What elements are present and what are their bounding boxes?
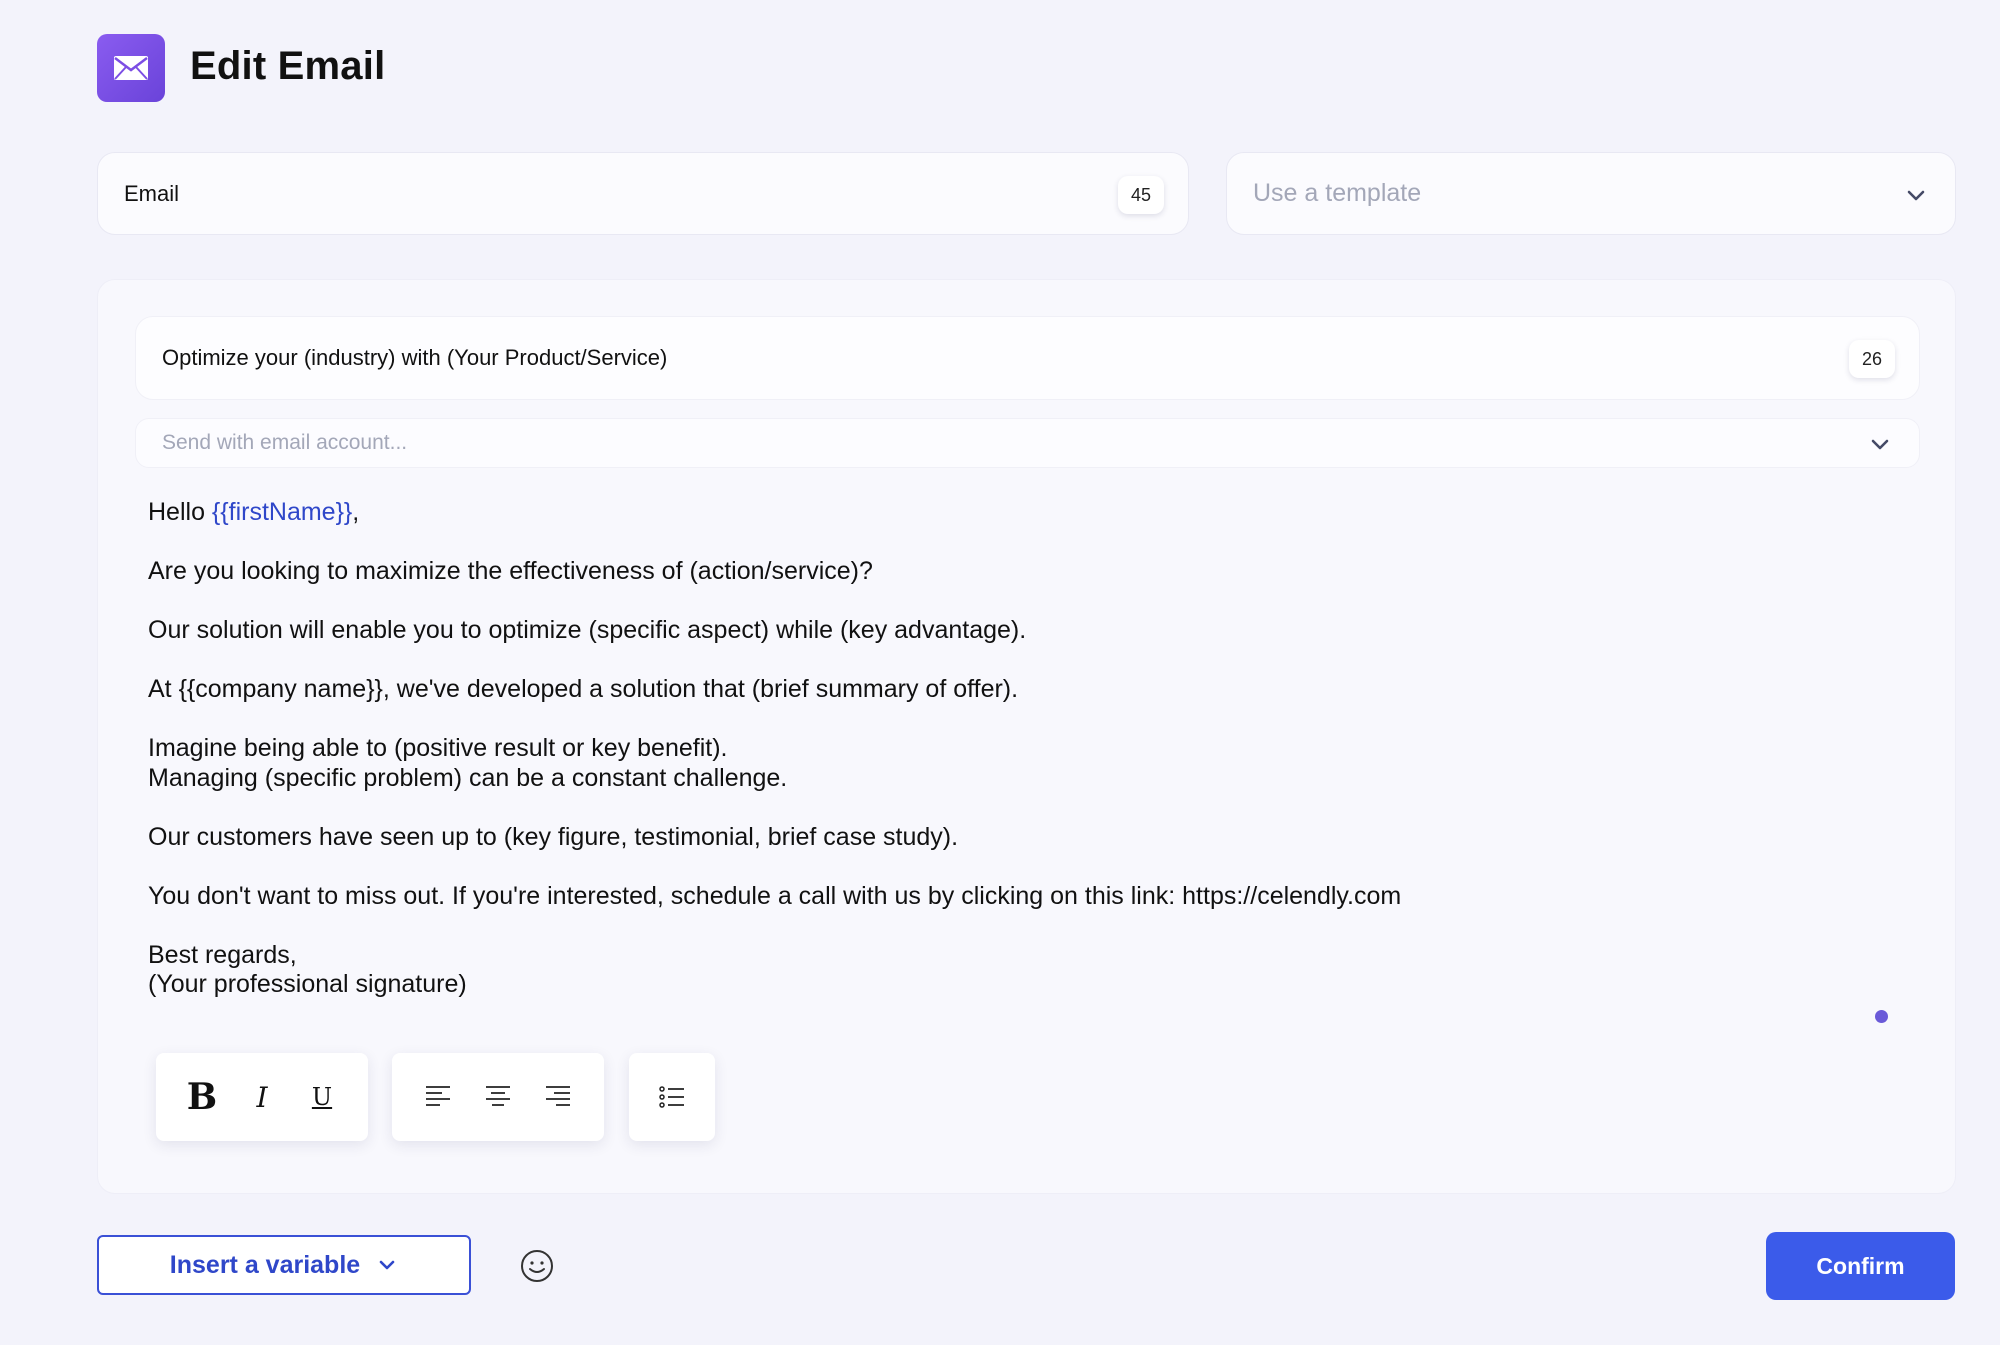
- body-signature: Best regards, (Your professional signatur…: [148, 940, 467, 999]
- email-name-field[interactable]: Email 45: [97, 152, 1189, 235]
- bullet-list-button[interactable]: [648, 1073, 696, 1121]
- align-right-button[interactable]: [534, 1073, 582, 1121]
- envelope-icon: [97, 34, 165, 102]
- email-account-select[interactable]: Send with email account...: [135, 418, 1920, 468]
- page-header: [97, 34, 165, 102]
- body-paragraph: Are you looking to maximize the effectiv…: [148, 557, 873, 585]
- body-paragraph: Imagine being able to (positive result o…: [148, 734, 788, 792]
- page-title: Edit Email: [190, 44, 386, 88]
- body-paragraph: Our customers have seen up to (key figur…: [148, 822, 959, 851]
- template-select-placeholder: Use a template: [1253, 179, 1422, 207]
- bullet-list-icon: [659, 1086, 684, 1108]
- body-paragraph: Our solution will enable you to optimize…: [148, 616, 1027, 644]
- subject-input[interactable]: Optimize your (industry) with (Your Prod…: [135, 316, 1920, 400]
- email-account-placeholder: Send with email account...: [162, 431, 408, 454]
- subject-char-counter: 26: [1849, 340, 1895, 378]
- body-paragraph: You don't want to miss out. If you're in…: [148, 881, 1402, 910]
- subject-value: Optimize your (industry) with (Your Prod…: [162, 345, 668, 370]
- chevron-down-icon: [1871, 439, 1889, 450]
- chevron-down-icon: [379, 1260, 395, 1270]
- emoji-icon[interactable]: [519, 1248, 555, 1284]
- align-left-icon: [426, 1086, 450, 1106]
- body-paragraph: At {{company name}}, we've developed a s…: [148, 675, 1019, 703]
- email-body-editor[interactable]: Hello {{firstName}}, Are you looking to …: [148, 498, 1848, 1029]
- italic-button[interactable]: I: [238, 1073, 286, 1121]
- underline-button[interactable]: U: [298, 1073, 346, 1121]
- align-center-button[interactable]: [474, 1073, 522, 1121]
- body-greeting: Hello {{firstName}},: [148, 498, 360, 526]
- chevron-down-icon: [1907, 190, 1925, 201]
- editor-status-dot: [1875, 1010, 1888, 1023]
- email-name-char-counter: 45: [1118, 176, 1164, 214]
- first-name-variable: {{firstName}}: [211, 498, 353, 526]
- alignment-toolbar: [392, 1053, 604, 1141]
- align-right-icon: [546, 1086, 570, 1106]
- template-select[interactable]: Use a template: [1226, 152, 1956, 235]
- align-left-button[interactable]: [414, 1073, 462, 1121]
- align-center-icon: [486, 1086, 510, 1106]
- bold-button[interactable]: B: [178, 1073, 226, 1121]
- email-editor-card: Optimize your (industry) with (Your Prod…: [97, 279, 1956, 1194]
- insert-variable-label: Insert a variable: [169, 1250, 361, 1279]
- text-style-toolbar: B I U: [156, 1053, 368, 1141]
- list-toolbar: [629, 1053, 715, 1141]
- confirm-button[interactable]: Confirm: [1766, 1232, 1955, 1300]
- email-name-value: Email: [124, 180, 180, 206]
- insert-variable-button[interactable]: Insert a variable: [97, 1235, 471, 1295]
